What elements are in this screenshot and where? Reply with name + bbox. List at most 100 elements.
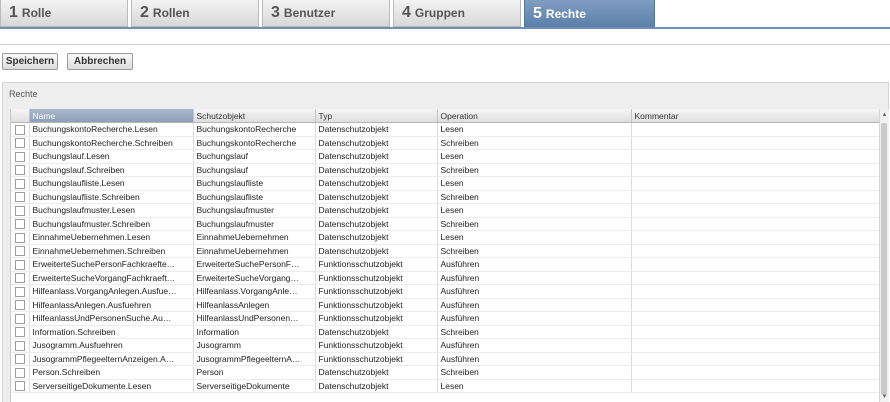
- row-checkbox[interactable]: [14, 178, 25, 189]
- cell-schutzobjekt: Hilfeanlass.VorgangAnle…: [193, 284, 316, 299]
- cell-name: Hilfeanlass.VorgangAnlegen.Ausfue…: [29, 284, 194, 299]
- table-row[interactable]: Jusogramm.Ausfuehren Jusogramm Funktionssc…: [11, 338, 879, 353]
- tab-rollen[interactable]: 2 Rollen: [131, 0, 259, 27]
- row-checkbox[interactable]: [14, 124, 25, 135]
- row-checkbox[interactable]: [14, 165, 25, 176]
- table-row[interactable]: ErweiterteSucheVorgangFachkraeft… Erweite…: [11, 271, 879, 285]
- cell-schutzobjekt: HilfeanlassAnlegen: [193, 298, 316, 312]
- row-checkbox[interactable]: [14, 381, 25, 392]
- column-header-kommentar[interactable]: Kommentar: [631, 109, 879, 123]
- table-row[interactable]: HilfeanlassUndPersonenSuche.Au… Hilfeanla…: [11, 311, 879, 326]
- table-row[interactable]: EinnahmeUebernehmen.Lesen EinnahmeUeberne…: [11, 230, 879, 245]
- cancel-button[interactable]: Abbrechen: [67, 53, 133, 70]
- cell-typ: Datenschutzobjekt: [315, 190, 438, 204]
- row-checkbox[interactable]: [14, 246, 25, 257]
- tab-rechte[interactable]: 5 Rechte: [524, 0, 655, 28]
- cell-kommentar: [631, 271, 879, 285]
- cell-typ: Datenschutzobjekt: [315, 176, 438, 191]
- cell-typ: Funktionsschutzobjekt: [315, 271, 438, 285]
- row-checkbox[interactable]: [14, 300, 25, 311]
- cell-kommentar: [631, 122, 879, 137]
- cell-kommentar: [631, 163, 879, 177]
- divider: [0, 44, 890, 45]
- cell-schutzobjekt: ServerseitigeDokumente: [193, 379, 316, 393]
- row-checkbox[interactable]: [14, 219, 25, 230]
- cell-kommentar: [631, 217, 879, 231]
- table-row[interactable]: JusogrammPflegeelternAnzeigen.A… Jusogram…: [11, 352, 879, 366]
- tab-rolle[interactable]: 1 Rolle: [0, 0, 128, 27]
- table-row[interactable]: Buchungslaufmuster.Lesen Buchungslaufmust…: [11, 203, 879, 218]
- row-checkbox[interactable]: [14, 138, 25, 149]
- table-row[interactable]: Buchungslaufmuster.Schreiben Buchungslauf…: [11, 217, 879, 231]
- cell-operation: Ausführen: [437, 271, 632, 285]
- cell-kommentar: [631, 352, 879, 366]
- cell-operation: Ausführen: [437, 338, 632, 353]
- cell-name: Person.Schreiben: [29, 365, 194, 380]
- row-checkbox[interactable]: [14, 151, 25, 162]
- row-checkbox-cell: [11, 284, 30, 299]
- table-row[interactable]: Buchungslaufliste.Lesen Buchungslaufliste…: [11, 176, 879, 191]
- row-checkbox[interactable]: [14, 367, 25, 378]
- table-row[interactable]: ErweiterteSuchePersonFachkraefte… Erweite…: [11, 257, 879, 272]
- tab-label: Rolle: [21, 6, 52, 20]
- row-checkbox[interactable]: [14, 205, 25, 216]
- row-checkbox[interactable]: [14, 259, 25, 270]
- cell-operation: Ausführen: [437, 257, 632, 272]
- column-header-operation[interactable]: Operation: [437, 109, 632, 123]
- cell-schutzobjekt: Buchungslaufliste: [193, 190, 316, 204]
- cell-name: Buchungslauf.Schreiben: [29, 163, 194, 177]
- tab-number: 4: [402, 4, 411, 21]
- cell-schutzobjekt: Buchungslauf: [193, 149, 316, 164]
- row-checkbox[interactable]: [14, 354, 25, 365]
- cell-typ: Funktionsschutzobjekt: [315, 257, 438, 272]
- scroll-up-icon[interactable]: ▲: [881, 111, 888, 119]
- table-row[interactable]: Hilfeanlass.VorgangAnlegen.Ausfue… Hilfea…: [11, 284, 879, 299]
- scroll-thumb[interactable]: [881, 123, 887, 395]
- save-button[interactable]: Speichern: [2, 53, 58, 70]
- tab-label: Rollen: [152, 6, 190, 20]
- cell-operation: Schreiben: [437, 244, 632, 258]
- table-row[interactable]: BuchungskontoRecherche.Schreiben Buchungs…: [11, 136, 879, 150]
- table-row[interactable]: Buchungslauf.Schreiben Buchungslauf Datens…: [11, 163, 879, 177]
- select-all-header[interactable]: [11, 109, 30, 123]
- row-checkbox-cell: [11, 271, 30, 285]
- vertical-scrollbar[interactable]: ▲ ▼: [879, 109, 889, 402]
- rights-table: Name Schutzobjekt Typ Operation Kommenta…: [11, 109, 879, 393]
- row-checkbox-cell: [11, 338, 30, 353]
- table-row[interactable]: Buchungslauf.Lesen Buchungslauf Datenschut…: [11, 149, 879, 164]
- row-checkbox-cell: [11, 244, 30, 258]
- cell-name: HilfeanlassAnlegen.Ausfuehren: [29, 298, 194, 312]
- cell-operation: Ausführen: [437, 284, 632, 299]
- column-header-name[interactable]: Name: [29, 109, 194, 123]
- cell-kommentar: [631, 311, 879, 326]
- cell-schutzobjekt: Information: [193, 325, 316, 339]
- tab-benutzer[interactable]: 3 Benutzer: [262, 0, 390, 27]
- row-checkbox[interactable]: [14, 273, 25, 284]
- row-checkbox[interactable]: [14, 327, 25, 338]
- cell-name: Jusogramm.Ausfuehren: [29, 338, 194, 353]
- cell-typ: Datenschutzobjekt: [315, 244, 438, 258]
- row-checkbox[interactable]: [14, 286, 25, 297]
- row-checkbox[interactable]: [14, 192, 25, 203]
- table-row[interactable]: BuchungskontoRecherche.Lesen Buchungskont…: [11, 122, 879, 137]
- cell-operation: Schreiben: [437, 136, 632, 150]
- cell-typ: Datenschutzobjekt: [315, 136, 438, 150]
- cell-name: ErweiterteSuchePersonFachkraefte…: [29, 257, 194, 272]
- table-row[interactable]: Buchungslaufliste.Schreiben Buchungslaufl…: [11, 190, 879, 204]
- scroll-down-icon[interactable]: ▼: [881, 393, 888, 401]
- column-header-typ[interactable]: Typ: [315, 109, 438, 123]
- table-row[interactable]: HilfeanlassAnlegen.Ausfuehren Hilfeanlass…: [11, 298, 879, 312]
- table-row[interactable]: Person.Schreiben Person Datenschutzobjekt S…: [11, 365, 879, 380]
- column-header-schutzobjekt[interactable]: Schutzobjekt: [193, 109, 316, 123]
- row-checkbox[interactable]: [14, 232, 25, 243]
- cell-operation: Ausführen: [437, 298, 632, 312]
- table-row[interactable]: Information.Schreiben Information Datensch…: [11, 325, 879, 339]
- row-checkbox[interactable]: [14, 313, 25, 324]
- table-row[interactable]: ServerseitigeDokumente.Lesen Serverseitig…: [11, 379, 879, 393]
- tab-gruppen[interactable]: 4 Gruppen: [393, 0, 521, 27]
- header-row: Name Schutzobjekt Typ Operation Kommenta…: [11, 109, 879, 123]
- cell-typ: Datenschutzobjekt: [315, 325, 438, 339]
- row-checkbox[interactable]: [14, 340, 25, 351]
- cell-kommentar: [631, 244, 879, 258]
- table-row[interactable]: EinnahmeUebernehmen.Schreiben EinnahmeUeb…: [11, 244, 879, 258]
